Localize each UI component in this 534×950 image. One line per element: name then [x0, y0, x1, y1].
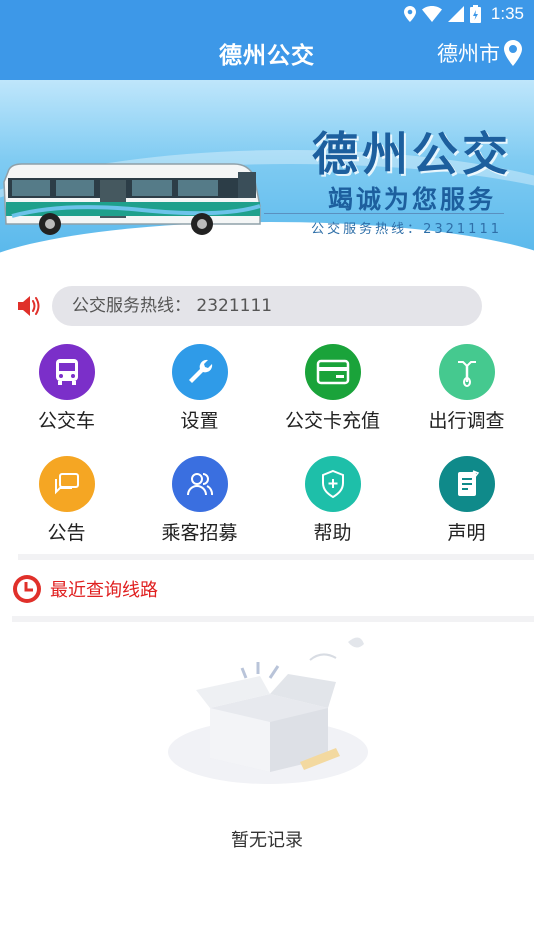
city-label: 德州市 — [437, 42, 500, 66]
recent-routes-label: 最近查询线路 — [50, 580, 158, 601]
grid-label: 出行调查 — [428, 410, 505, 432]
location-pin-icon — [504, 40, 522, 66]
grid-label: 乘客招募 — [161, 522, 238, 544]
grid-item-settings[interactable]: 设置 — [133, 344, 266, 433]
banner-subtitle: 竭诚为您服务 — [327, 185, 496, 214]
empty-box-illustration — [160, 630, 380, 804]
wrench-icon — [171, 344, 228, 400]
notice-bar: 公交服务热线： 2321111 — [0, 286, 534, 326]
grid-item-bus[interactable]: 公交车 — [0, 344, 133, 433]
app-header: 1:35 德州公交 德州市 — [0, 0, 534, 80]
divider — [12, 616, 534, 622]
clock-icon — [13, 575, 41, 603]
signal-icon — [447, 6, 464, 22]
wifi-icon — [421, 6, 442, 22]
grid-item-help[interactable]: 帮助 — [266, 456, 399, 545]
grid-item-card-recharge[interactable]: 公交卡充值 — [266, 344, 399, 433]
status-time: 1:35 — [490, 4, 524, 23]
grid-label: 公交车 — [37, 410, 95, 432]
location-status-icon — [403, 6, 416, 22]
empty-state-text: 暂无记录 — [231, 830, 303, 851]
status-bar: 1:35 — [0, 0, 534, 28]
speaker-icon — [18, 296, 40, 316]
bus-illustration — [2, 162, 264, 242]
divider — [18, 554, 534, 560]
grid-label: 声明 — [447, 522, 486, 544]
grid-label: 设置 — [180, 410, 219, 432]
notice-marquee[interactable]: 公交服务热线： 2321111 — [52, 286, 482, 326]
grid-item-announcement[interactable]: 公告 — [0, 456, 133, 545]
grid-item-recruit[interactable]: 乘客招募 — [133, 456, 266, 545]
bus-icon — [38, 344, 95, 400]
promo-banner[interactable]: 德州公交 竭诚为您服务 公交服务热线：2321111 — [0, 80, 534, 282]
grid-label: 公交卡充值 — [284, 410, 380, 432]
grid-item-travel-survey[interactable]: 出行调查 — [400, 344, 533, 433]
banner-title: 德州公交 — [312, 127, 512, 181]
city-selector[interactable]: 德州市 — [437, 38, 522, 68]
recent-routes-header: 最近查询线路 — [12, 574, 158, 604]
chat-icon — [38, 456, 95, 512]
grid-item-statement[interactable]: 声明 — [400, 456, 533, 545]
shield-plus-icon — [304, 456, 361, 512]
grid-label: 公告 — [47, 522, 86, 544]
battery-icon — [469, 5, 481, 23]
bicycle-icon — [438, 344, 495, 400]
card-icon — [304, 344, 361, 400]
document-icon — [438, 456, 495, 512]
banner-hotline: 公交服务热线：2321111 — [311, 222, 502, 237]
users-icon — [171, 456, 228, 512]
grid-label: 帮助 — [313, 522, 352, 544]
